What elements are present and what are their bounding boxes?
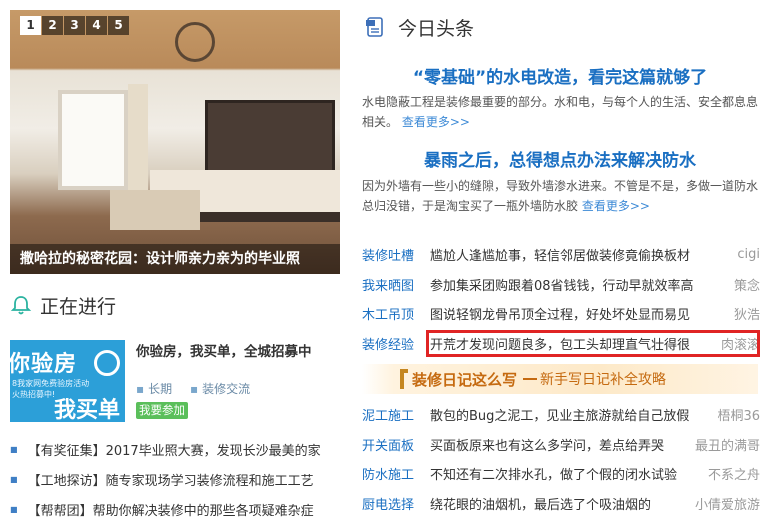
article-category[interactable]: 装修经验 — [362, 334, 430, 353]
page-root: 1 2 3 4 5 撒哈拉的秘密花园：设计师亲力亲为的毕业照 正在进行 你验房 … — [0, 0, 767, 524]
article-title[interactable]: 绕花眼的油烟机，最后选了个吸油烟的 — [430, 494, 651, 513]
headboard-graphic — [205, 100, 335, 175]
article-title[interactable]: 散包的Bug之泥工，见业主旅游就给自己放假 — [430, 405, 689, 424]
read-more-link[interactable]: 查看更多>> — [402, 115, 470, 129]
promo-tag-duration: 长期 — [148, 382, 173, 396]
article-title[interactable]: 参加集采团购跟着08省钱钱，行动早就效率高 — [430, 275, 694, 294]
chandelier-graphic — [175, 22, 215, 62]
summary-2: 因为外墙有一些小的缝隙，导致外墙渗水进来。不管是不是，多做一道防水总归没错，于是… — [362, 179, 759, 213]
article-category[interactable]: 厨电选择 — [362, 494, 430, 513]
article-author[interactable]: 梧桐36 — [715, 405, 760, 425]
slide-caption[interactable]: 撒哈拉的秘密花园：设计师亲力亲为的毕业照 — [10, 244, 340, 274]
headline-1[interactable]: “零基础”的水电改造，看完这篇就够了 — [362, 63, 758, 88]
table-row[interactable]: 装修吐槽 尴尬人逢尴尬事，轻信邻居做装修竟偷换板材 cigi — [362, 240, 760, 270]
slide-page-2[interactable]: 2 — [42, 16, 63, 35]
bench-graphic — [110, 190, 200, 230]
bracket-icon — [400, 369, 408, 389]
today-header: 今日头条 — [366, 12, 474, 42]
list-item[interactable]: ■ 【有奖征集】2017毕业照大赛，发现长沙最美的家 — [10, 434, 340, 464]
headline-2[interactable]: 暴雨之后，总得想点办法来解决防水 — [362, 146, 758, 171]
bullet-icon: ■ — [10, 474, 18, 484]
newspaper-icon — [366, 17, 383, 37]
article-author[interactable]: cigi — [735, 247, 760, 263]
today-title: 今日头条 — [398, 17, 475, 40]
diary-banner-subtitle: 新手写日记补全攻略 — [540, 372, 667, 388]
article-category[interactable]: 防水施工 — [362, 464, 430, 483]
promo-tag-category[interactable]: 装修交流 — [202, 382, 250, 396]
ongoing-title: 正在进行 — [40, 295, 117, 318]
article-author[interactable]: 策念 — [731, 274, 760, 294]
diary-banner[interactable]: 装修日记这么写 新手写日记补全攻略 — [362, 364, 758, 394]
promo-tags: ▪ 长期 ▪ 装修交流 — [136, 380, 264, 397]
tag-bullet-icon: ▪ — [136, 382, 145, 396]
bell-icon — [10, 296, 32, 315]
article-list-1: 装修吐槽 尴尬人逢尴尬事，轻信邻居做装修竟偷换板材 cigi 我来晒图 参加集采… — [362, 240, 760, 358]
article-category[interactable]: 我来晒图 — [362, 275, 430, 294]
article-title[interactable]: 图说轻钢龙骨吊顶全过程，好处坏处显而易见 — [430, 304, 690, 323]
diary-banner-title: 装修日记这么写 — [412, 370, 518, 389]
table-row[interactable]: 我来晒图 参加集采团购跟着08省钱钱，行动早就效率高 策念 — [362, 270, 760, 300]
join-button[interactable]: 我要参加 — [136, 402, 188, 419]
article-author[interactable]: 狄浩 — [731, 304, 760, 324]
slide-page-1[interactable]: 1 — [20, 16, 41, 35]
article-author[interactable]: 最丑的满哥 — [692, 434, 760, 454]
table-row[interactable]: 木工吊顶 图说轻钢龙骨吊顶全过程，好处坏处显而易见 狄浩 — [362, 299, 760, 329]
ongoing-list: ■ 【有奖征集】2017毕业照大赛，发现长沙最美的家 ■ 【工地探访】随专家现场学习… — [10, 434, 340, 524]
ongoing-header: 正在进行 — [10, 290, 116, 320]
highlight-box — [426, 329, 760, 357]
dash-divider — [523, 378, 538, 380]
bullet-icon: ■ — [10, 504, 18, 514]
article-author[interactable]: 小倩爱旅游 — [692, 493, 760, 513]
table-row[interactable]: 装修经验 开荒才发现问题良多，包工头却理直气壮得很 肉滚滚 — [362, 329, 760, 359]
featured-slideshow[interactable]: 1 2 3 4 5 撒哈拉的秘密花园：设计师亲力亲为的毕业照 — [10, 10, 340, 274]
table-row[interactable]: 防水施工 不知还有二次排水孔，做了个假的闭水试验 不系之舟 — [362, 459, 760, 489]
promo-image[interactable]: 你验房 8我家网免费验房活动 火热招募中! 我买单 — [10, 340, 125, 422]
article-title[interactable]: 买面板原来也有这么多学问，差点给弄哭 — [430, 435, 664, 454]
table-row[interactable]: 泥工施工 散包的Bug之泥工，见业主旅游就给自己放假 梧桐36 — [362, 400, 760, 430]
list-item[interactable]: ■ 【帮帮团】帮助你解决装修中的那些各项疑难杂症 — [10, 494, 340, 524]
window-graphic — [58, 90, 128, 190]
curtain-graphic — [128, 84, 148, 196]
article-category[interactable]: 装修吐槽 — [362, 245, 430, 264]
table-row[interactable]: 开关面板 买面板原来也有这么多学问，差点给弄哭 最丑的满哥 — [362, 430, 760, 460]
article-category[interactable]: 木工吊顶 — [362, 304, 430, 323]
promo-title[interactable]: 你验房，我买单，全城招募中 — [136, 340, 312, 360]
article-title[interactable]: 不知还有二次排水孔，做了个假的闭水试验 — [430, 464, 677, 483]
read-more-link[interactable]: 查看更多>> — [582, 199, 650, 213]
article-list-2: 泥工施工 散包的Bug之泥工，见业主旅游就给自己放假 梧桐36 开关面板 买面板… — [362, 400, 760, 518]
article-category[interactable]: 泥工施工 — [362, 405, 430, 424]
table-row[interactable]: 厨电选择 绕花眼的油烟机，最后选了个吸油烟的 小倩爱旅游 — [362, 489, 760, 519]
article-title[interactable]: 尴尬人逢尴尬事，轻信邻居做装修竟偷换板材 — [430, 245, 690, 264]
article-category[interactable]: 开关面板 — [362, 435, 430, 454]
slide-pager: 1 2 3 4 5 — [20, 16, 130, 35]
tag-bullet-icon: ▪ — [189, 382, 199, 396]
magnifier-icon — [94, 350, 120, 376]
slide-page-3[interactable]: 3 — [64, 16, 85, 35]
bullet-icon: ■ — [10, 444, 18, 454]
slide-page-5[interactable]: 5 — [108, 16, 129, 35]
summary-1: 水电隐蔽工程是装修最重要的部分。水和电，与每个人的生活、安全都息息相关。 查看更… — [362, 95, 759, 129]
promo-image-text-3: 我买单 — [54, 398, 121, 422]
article-author[interactable]: 不系之舟 — [705, 464, 760, 484]
promo-image-text-1: 你验房 — [10, 352, 78, 377]
slide-page-4[interactable]: 4 — [86, 16, 107, 35]
list-item[interactable]: ■ 【工地探访】随专家现场学习装修流程和施工工艺 — [10, 464, 340, 494]
